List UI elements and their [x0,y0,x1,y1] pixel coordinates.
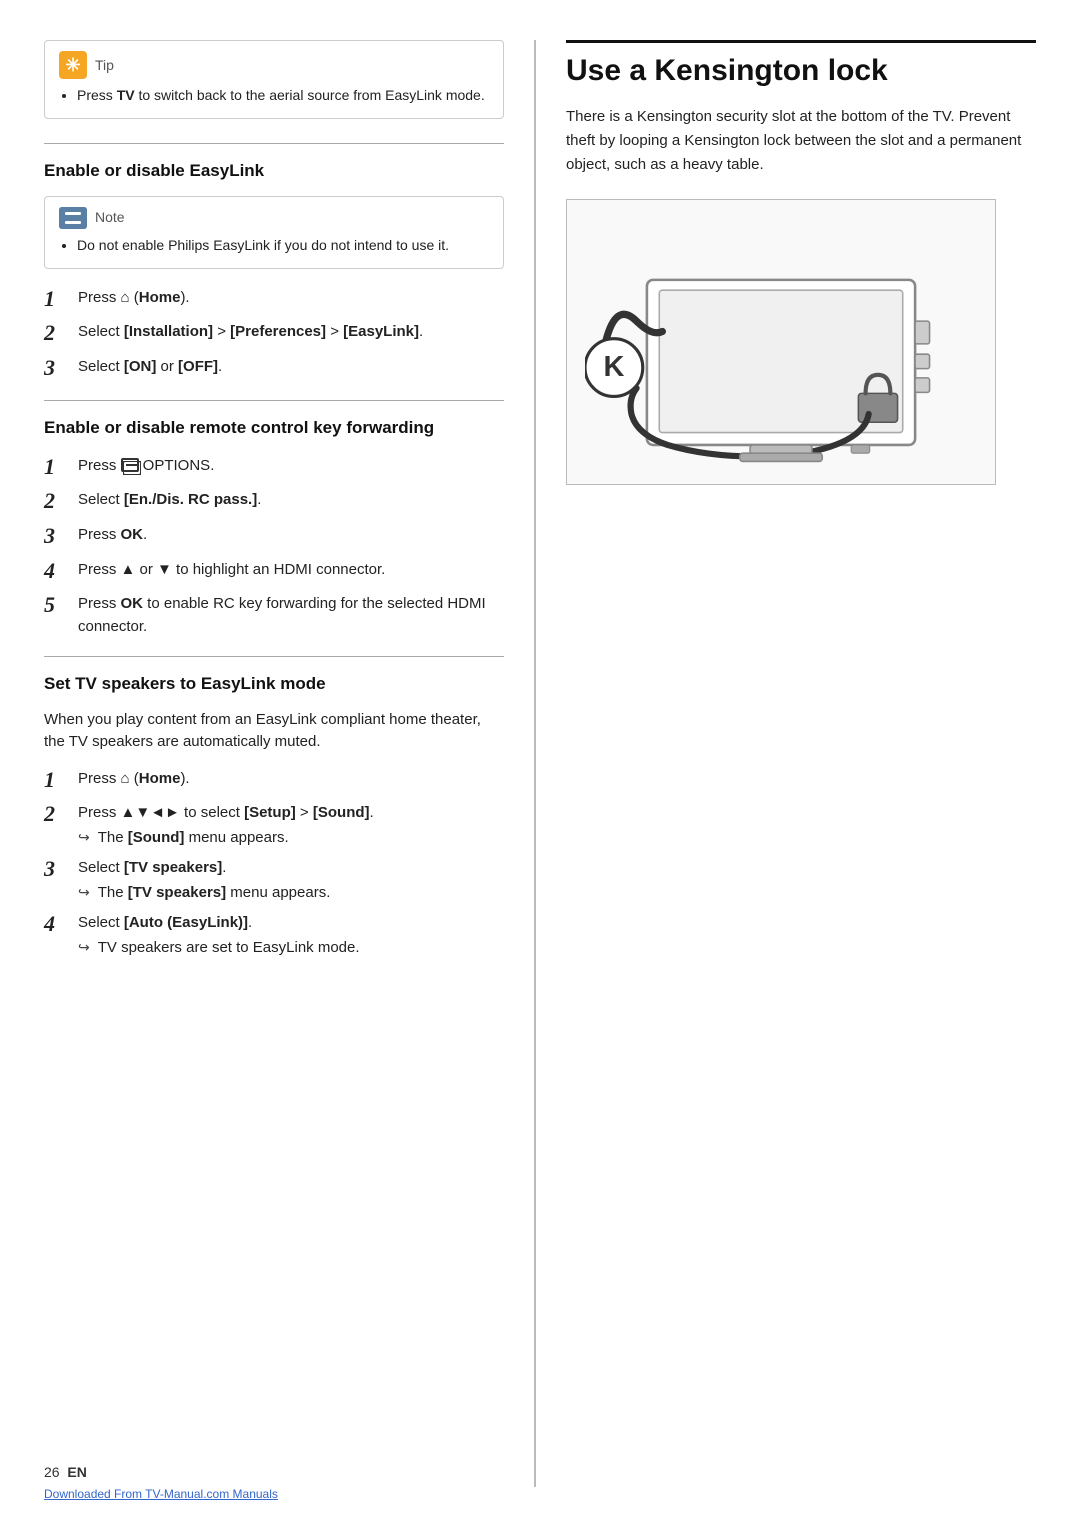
divider-1 [44,143,504,144]
footer-link[interactable]: Downloaded From TV-Manual.com Manuals [44,1485,278,1503]
right-heading: Use a Kensington lock [566,40,1036,89]
left-column: ✳ Tip Press TV to switch back to the aer… [44,40,534,1487]
step-1-easylink: 1 Press ⌂ (Home). [44,285,504,314]
step-sub-sp-2: ↪ The [Sound] menu appears. [78,827,504,850]
step-1-rc: 1 Press OPTIONS. [44,453,504,482]
step-num-rc-1: 1 [44,453,78,482]
steps-easylink: 1 Press ⌂ (Home). 2 Select [Installation… [44,285,504,383]
step-sub-sp-4: ↪ TV speakers are set to EasyLink mode. [78,937,504,960]
step-text-rc-3: Press OK. [78,522,504,547]
step-4-speakers: 4 Select [Auto (EasyLink)]. ↪ TV speaker… [44,910,504,959]
step-sub-text-sp-4: TV speakers are set to EasyLink mode. [98,937,360,960]
kensington-illustration: K [566,199,996,485]
tip-text-suffix: to switch back to the aerial source from… [135,87,485,103]
svg-text:K: K [603,351,624,383]
note-header: Note [59,207,489,229]
step-num-sp-1: 1 [44,766,78,795]
section-easylink-enable: Enable or disable EasyLink Note Do not e… [44,158,504,382]
step-text-sp-4: Select [Auto (EasyLink)]. ↪ TV speakers … [78,910,504,959]
step-text-1: Press ⌂ (Home). [78,285,504,310]
step-num-sp-3: 3 [44,855,78,884]
tip-icon: ✳ [59,51,87,79]
page-num: 26 [44,1464,60,1480]
step-sub-text-sp-2: The [Sound] menu appears. [98,827,289,850]
section-heading-speakers: Set TV speakers to EasyLink mode [44,671,504,697]
divider-2 [44,400,504,401]
step-num-rc-3: 3 [44,522,78,551]
step-num-2: 2 [44,319,78,348]
step-text-3: Select [ON] or [OFF]. [78,354,504,379]
arrow-right-icon-3: ↪ [78,937,90,958]
step-1-speakers: 1 Press ⌂ (Home). [44,766,504,795]
step-num-rc-2: 2 [44,487,78,516]
step-3-rc: 3 Press OK. [44,522,504,551]
step-text-rc-5: Press OK to enable RC key forwarding for… [78,591,504,638]
steps-speakers: 1 Press ⌂ (Home). 2 Press ▲▼◄► to select… [44,766,504,960]
step-sub-text-sp-3: The [TV speakers] menu appears. [98,882,331,905]
step-text-2: Select [Installation] > [Preferences] > … [78,319,504,344]
divider-3 [44,656,504,657]
tip-box: ✳ Tip Press TV to switch back to the aer… [44,40,504,119]
step-text-rc-1: Press OPTIONS. [78,453,504,478]
step-text-sp-3: Select [TV speakers]. ↪ The [TV speakers… [78,855,504,904]
step-text-sp-1: Press ⌂ (Home). [78,766,504,791]
right-description: There is a Kensington security slot at t… [566,105,1036,177]
step-num-sp-2: 2 [44,800,78,829]
section-intro-speakers: When you play content from an EasyLink c… [44,709,504,754]
right-column: Use a Kensington lock There is a Kensing… [534,40,1036,1487]
step-2-rc: 2 Select [En./Dis. RC pass.]. [44,487,504,516]
note-content: Do not enable Philips EasyLink if you do… [59,235,489,256]
step-3-easylink: 3 Select [ON] or [OFF]. [44,354,504,383]
arrow-right-icon: ↪ [78,827,90,848]
step-2-easylink: 2 Select [Installation] > [Preferences] … [44,319,504,348]
arrow-right-icon-2: ↪ [78,882,90,903]
steps-rc: 1 Press OPTIONS. 2 Select [En./Dis. RC p… [44,453,504,638]
tip-content: Press TV to switch back to the aerial so… [59,85,489,106]
step-text-rc-4: Press ▲ or ▼ to highlight an HDMI connec… [78,557,504,582]
note-label: Note [95,207,125,228]
step-text-sp-2: Press ▲▼◄► to select [Setup] > [Sound]. … [78,800,504,849]
page-lang: EN [67,1464,86,1480]
tip-text-press: Press [77,87,117,103]
tip-tv-bold: TV [117,87,135,103]
step-sub-sp-3: ↪ The [TV speakers] menu appears. [78,882,504,905]
step-num-sp-4: 4 [44,910,78,939]
footer-page-number: 26 EN [44,1462,278,1483]
page-footer: 26 EN Downloaded From TV-Manual.com Manu… [44,1462,278,1503]
kensington-svg: K [585,218,977,466]
section-heading-rc: Enable or disable remote control key for… [44,415,504,441]
step-num-3: 3 [44,354,78,383]
step-3-speakers: 3 Select [TV speakers]. ↪ The [TV speake… [44,855,504,904]
step-num-rc-5: 5 [44,591,78,620]
step-2-speakers: 2 Press ▲▼◄► to select [Setup] > [Sound]… [44,800,504,849]
step-num-1: 1 [44,285,78,314]
step-4-rc: 4 Press ▲ or ▼ to highlight an HDMI conn… [44,557,504,586]
section-rc-forwarding: Enable or disable remote control key for… [44,415,504,638]
step-text-rc-2: Select [En./Dis. RC pass.]. [78,487,504,512]
note-text: Do not enable Philips EasyLink if you do… [77,237,449,253]
tip-header: ✳ Tip [59,51,489,79]
section-heading-easylink: Enable or disable EasyLink [44,158,504,184]
tip-label: Tip [95,55,114,76]
step-num-rc-4: 4 [44,557,78,586]
note-icon [59,207,87,229]
step-5-rc: 5 Press OK to enable RC key forwarding f… [44,591,504,638]
section-tv-speakers: Set TV speakers to EasyLink mode When yo… [44,671,504,959]
note-box: Note Do not enable Philips EasyLink if y… [44,196,504,269]
